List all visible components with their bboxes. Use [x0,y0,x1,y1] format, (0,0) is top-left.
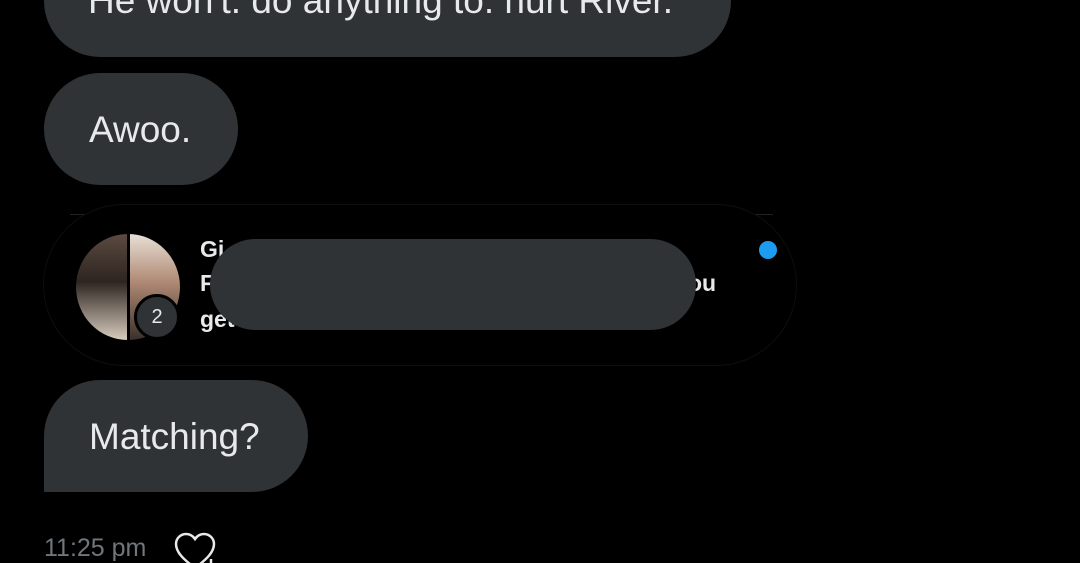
message-bubble[interactable]: Awoo. [44,73,238,185]
message-bubble[interactable]: He won't. do anything to. hurt River. [44,0,731,57]
message-timestamp: 11:25 pm [44,534,147,562]
message-bubble[interactable]: Matching? [44,380,308,492]
message-text: He won't. do anything to. hurt River. [88,0,673,21]
participant-count-badge: 2 [134,294,180,340]
dm-conversation: He won't. do anything to. hurt River. Aw… [0,0,1080,563]
heart-add-icon[interactable] [173,532,217,563]
redaction-block [210,239,696,330]
message-text: Matching? [89,415,260,457]
unread-dot-icon [759,241,777,259]
message-text: Awoo. [89,108,192,150]
